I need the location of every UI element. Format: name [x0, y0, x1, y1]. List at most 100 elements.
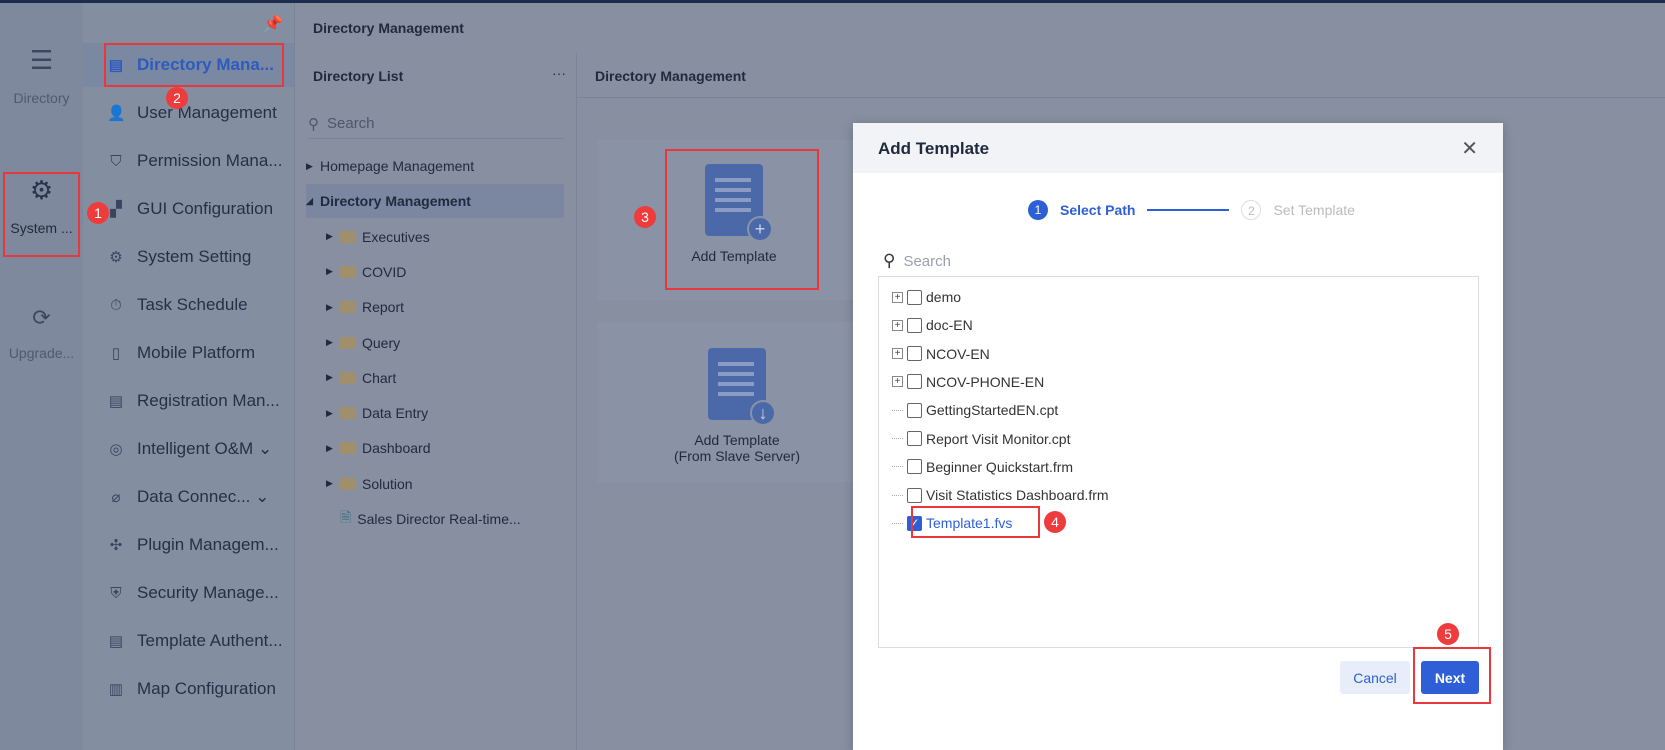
pin-icon[interactable]: 📌 — [263, 14, 283, 34]
template-tree-item[interactable]: Report Visit Monitor.cpt — [892, 428, 1070, 450]
expand-arrow-icon: ▶ — [326, 231, 333, 242]
menu-item[interactable]: ⏱ Task Schedule — [83, 283, 294, 327]
tree-connector — [892, 494, 903, 496]
expand-arrow-icon: ▶ — [326, 478, 333, 489]
tree-connector — [892, 409, 903, 411]
annotation-badge: 1 — [87, 202, 109, 224]
menu-item[interactable]: ⛉ Permission Mana... — [83, 139, 294, 183]
menu-icon: ✣ — [109, 537, 123, 554]
expand-plus-icon[interactable]: + — [892, 376, 903, 388]
annotation-box-4 — [911, 506, 1040, 538]
download-template-icon: ↓ — [708, 348, 776, 426]
directory-tree-item[interactable]: ▶ Report — [306, 290, 564, 324]
expand-arrow-icon: ▶ — [306, 160, 313, 171]
template-tree-item[interactable]: + NCOV-EN — [892, 343, 990, 365]
folder-icon — [340, 336, 356, 349]
checkbox[interactable] — [907, 374, 922, 390]
menu-icon: ⏱ — [110, 296, 122, 314]
template-tree-item[interactable]: GettingStartedEN.cpt — [892, 399, 1058, 421]
main-title: Directory Management — [577, 53, 1665, 98]
directory-tree-item[interactable]: ◢ Directory Management — [306, 184, 564, 219]
directory-list-title: Directory List — [313, 68, 404, 84]
folder-icon — [340, 230, 356, 243]
add-template-slave-card[interactable]: ↓ Add Template (From Slave Server) — [597, 322, 857, 482]
expand-arrow-icon: ▶ — [326, 442, 333, 453]
expand-plus-icon[interactable]: + — [892, 319, 903, 331]
annotation-badge: 4 — [1044, 511, 1066, 533]
tree-connector — [892, 438, 903, 439]
directory-tree-item[interactable]: ▶ Homepage Management — [306, 149, 564, 183]
menu-icon: ◎ — [109, 441, 123, 458]
menu-icon: ⛨ — [110, 584, 122, 602]
checkbox[interactable] — [907, 487, 922, 503]
menu-item[interactable]: 👤 User Management — [83, 91, 294, 135]
expand-plus-icon[interactable]: + — [892, 291, 903, 303]
checkbox[interactable] — [907, 289, 922, 305]
directory-tree-item[interactable]: ▶ Executives — [306, 220, 564, 254]
more-button[interactable]: ··· — [552, 65, 566, 81]
expand-plus-icon[interactable]: + — [892, 348, 903, 360]
checkbox[interactable] — [907, 402, 922, 418]
folder-icon — [340, 371, 356, 384]
annotation-badge: 2 — [166, 87, 188, 109]
page-title: Directory Management — [313, 20, 464, 36]
menu-item[interactable]: ⌀ Data Connec... ⌄ — [83, 475, 294, 519]
directory-search-input[interactable]: ⚲ Search — [308, 109, 564, 139]
annotation-box-3 — [665, 149, 819, 290]
checkbox[interactable] — [907, 317, 922, 333]
folder-icon — [340, 442, 356, 455]
menu-icon: ▤ — [108, 393, 124, 410]
step-1-label: Select Path — [1060, 202, 1136, 218]
directory-tree-item[interactable]: ▶ Solution — [306, 467, 564, 501]
directory-tree-item[interactable]: ▶ Dashboard — [306, 431, 564, 465]
template-tree-item[interactable]: + demo — [892, 286, 961, 308]
stepper: 1 Select Path 2 Set Template — [1028, 200, 1355, 220]
folder-icon — [340, 301, 356, 314]
template-tree-item[interactable]: + doc-EN — [892, 314, 973, 336]
tree-connector — [892, 522, 903, 524]
step-connector — [1147, 209, 1230, 211]
menu-icon: 👤 — [107, 105, 126, 122]
menu-item[interactable]: ◎ Intelligent O&M ⌄ — [83, 427, 294, 471]
checkbox[interactable] — [907, 459, 922, 475]
step-2-number: 2 — [1241, 200, 1262, 220]
checkbox[interactable] — [907, 346, 922, 362]
template-tree-item[interactable]: Visit Statistics Dashboard.frm — [892, 484, 1109, 506]
search-icon: ⚲ — [308, 115, 319, 133]
menu-item[interactable]: ▞ GUI Configuration — [83, 187, 294, 231]
expand-arrow-icon: ▶ — [326, 266, 333, 277]
menu-item[interactable]: ▯ Mobile Platform — [83, 331, 294, 375]
rail-upgrade[interactable]: ⟳ Upgrade... — [0, 305, 83, 361]
template-search-input[interactable]: ⚲ Search — [883, 251, 951, 271]
menu-item[interactable]: ⚙ System Setting — [83, 235, 294, 279]
search-icon: ⚲ — [883, 251, 896, 270]
nav-rail: ☰ Directory ⚙ System ... ⟳ Upgrade... — [0, 3, 83, 750]
directory-tree-item[interactable]: ▶ Data Entry — [306, 396, 564, 430]
folder-icon — [340, 265, 356, 278]
step-2-label: Set Template — [1273, 202, 1355, 218]
close-icon[interactable]: ✕ — [1461, 136, 1478, 161]
menu-item[interactable]: ✣ Plugin Managem... — [83, 523, 294, 567]
directory-tree-item[interactable]: 🗎 Sales Director Real-time... — [306, 502, 564, 536]
template-tree-item[interactable]: + NCOV-PHONE-EN — [892, 371, 1044, 393]
menu-item[interactable]: ▤ Template Authent... — [83, 619, 294, 663]
template-tree: + demo + doc-EN + NCOV-EN + NCOV-PHONE-EN Gettin… — [878, 276, 1479, 648]
directory-tree-item[interactable]: ▶ Query — [306, 326, 564, 360]
nodes-icon: ⟳ — [32, 305, 51, 330]
tree-connector — [892, 466, 903, 468]
menu-item[interactable]: ⛨ Security Manage... — [83, 571, 294, 615]
cancel-button[interactable]: Cancel — [1340, 661, 1410, 694]
menu-item[interactable]: ▥ Map Configuration — [83, 667, 294, 711]
directory-tree-item[interactable]: ▶ Chart — [306, 361, 564, 395]
rail-directory[interactable]: ☰ Directory — [0, 45, 83, 106]
directory-tree-item[interactable]: ▶ COVID — [306, 255, 564, 289]
template-tree-item[interactable]: Beginner Quickstart.frm — [892, 456, 1073, 478]
step-1-number: 1 — [1028, 200, 1048, 220]
menu-icon: ⌀ — [111, 489, 121, 506]
directory-list-panel: Directory List ··· ⚲ Search ▶ Homepage Man… — [296, 53, 577, 750]
checkbox[interactable] — [907, 431, 922, 446]
menu-item[interactable]: ▤ Registration Man... — [83, 379, 294, 423]
expand-arrow-icon: ▶ — [326, 301, 333, 312]
add-template-dialog: Add Template ✕ 1 Select Path 2 Set Templ… — [853, 123, 1503, 750]
expand-arrow-icon: ▶ — [326, 372, 333, 383]
